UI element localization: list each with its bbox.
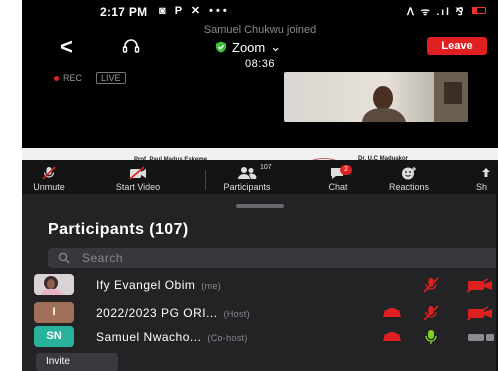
meeting-title-dropdown[interactable]: Zoom ⌄: [215, 39, 281, 55]
participant-row[interactable]: SN Samuel Nwacho... (Co-host): [22, 326, 498, 348]
share-screen-icon: [383, 308, 401, 317]
active-speaker-video[interactable]: [284, 72, 468, 122]
phone-screen: 2:17 PM ◙ P ✕ ••• ᐱ ᯤ .ıl ⅋̈ Samuel Chuk…: [22, 0, 498, 371]
chat-label: Chat: [328, 182, 348, 192]
unmute-label: Unmute: [33, 182, 65, 192]
chat-unread-badge: 2: [340, 165, 352, 175]
share-icon: [482, 168, 490, 177]
join-notification: Samuel Chukwu joined: [203, 24, 317, 36]
participants-sheet: Participants (107) Ify Evangel Obim(me): [22, 194, 498, 371]
avatar: SN: [34, 326, 74, 347]
status-right-icons: ᐱ ᯤ .ıl ⅋̈: [407, 7, 466, 18]
participants-count: 107: [260, 164, 272, 171]
meeting-timer: 08:36: [244, 58, 276, 70]
battery-icon: [472, 7, 486, 14]
mic-on-icon[interactable]: [424, 329, 438, 345]
share-screen-icon: [383, 332, 401, 341]
mic-off-icon: [42, 166, 56, 180]
participant-row[interactable]: I 2022/2023 PG ORI... (Host): [22, 302, 498, 324]
chat-button[interactable]: 2 Chat: [320, 160, 356, 194]
participant-role: (me): [201, 281, 222, 291]
toolbar-divider: [205, 170, 206, 190]
share-label: Sh: [476, 182, 488, 192]
participants-title: Participants (107): [48, 221, 189, 238]
search-input[interactable]: [82, 251, 462, 265]
meeting-toolbar: Unmute Start Video 107 Participants 2 Ch…: [22, 160, 498, 194]
share-button[interactable]: Sh: [474, 160, 498, 194]
rec-indicator: REC: [48, 72, 88, 85]
invite-button[interactable]: Invite: [36, 353, 118, 371]
video-off-icon[interactable]: [466, 305, 496, 321]
meeting-title: Zoom: [232, 39, 266, 55]
participant-role: (Co-host): [207, 333, 248, 343]
participant-name: Samuel Nwacho... (Co-host): [96, 330, 248, 344]
sheet-drag-handle[interactable]: [236, 204, 284, 208]
recording-status: REC LIVE: [48, 71, 126, 85]
video-off-icon[interactable]: [466, 329, 496, 345]
headset-icon[interactable]: [122, 38, 140, 54]
participant-name: 2022/2023 PG ORI... (Host): [96, 306, 250, 320]
mic-off-icon[interactable]: [422, 305, 440, 321]
participant-name: Ify Evangel Obim (me): [96, 278, 222, 292]
rec-label: REC: [63, 73, 83, 83]
participants-icon: [238, 167, 257, 179]
shield-icon: [216, 41, 226, 53]
chevron-down-icon: ⌄: [270, 39, 282, 54]
left-margin: [0, 0, 22, 371]
participant-row[interactable]: Ify Evangel Obim (me): [22, 274, 498, 296]
video-off-icon[interactable]: [466, 277, 496, 293]
status-bar: 2:17 PM ◙ P ✕ ••• ᐱ ᯤ .ıl ⅋̈: [22, 0, 498, 22]
reactions-button[interactable]: Reactions: [384, 160, 434, 194]
search-icon: [58, 252, 70, 264]
leave-button[interactable]: Leave: [427, 37, 487, 55]
rec-dot-icon: [54, 75, 59, 81]
reactions-icon: [402, 167, 416, 180]
participant-role: (Host): [223, 309, 250, 319]
back-button[interactable]: <: [60, 34, 73, 60]
status-left-icons: ◙ P ✕ •••: [159, 5, 230, 17]
start-video-label: Start Video: [115, 182, 161, 192]
meeting-topbar: < Zoom ⌄ Leave: [22, 34, 498, 60]
unmute-button[interactable]: Unmute: [24, 160, 74, 194]
video-off-icon: [129, 166, 146, 180]
start-video-button[interactable]: Start Video: [106, 160, 170, 194]
reactions-label: Reactions: [388, 182, 430, 192]
participants-button[interactable]: 107 Participants: [214, 160, 280, 194]
mic-off-icon[interactable]: [422, 277, 440, 293]
avatar: [34, 274, 74, 295]
participants-label: Participants: [223, 182, 271, 192]
live-badge: LIVE: [96, 72, 126, 84]
avatar: I: [34, 302, 74, 323]
status-time: 2:17 PM: [100, 5, 148, 19]
participants-search[interactable]: [48, 248, 498, 268]
